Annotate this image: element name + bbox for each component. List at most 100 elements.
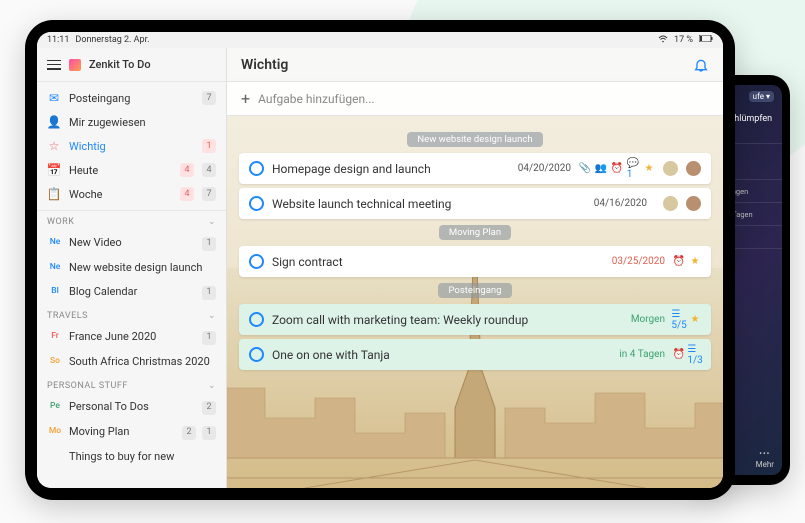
count-badge: 2	[182, 426, 196, 440]
add-task-placeholder: Aufgabe hinzufügen...	[258, 92, 374, 106]
zenkit-logo-icon	[69, 59, 81, 71]
task-group-label: New website design launch	[407, 132, 542, 147]
sidebar-list-item[interactable]: Bl Blog Calendar 1	[37, 280, 226, 305]
sidebar-smart-mir-zugewiesen[interactable]: 👤 Mir zugewiesen	[37, 110, 226, 134]
list-prefix-icon: Bl	[47, 285, 63, 297]
star-icon[interactable]: ★	[689, 314, 701, 326]
count-badge: 4	[180, 187, 194, 201]
task-date: 04/16/2020	[594, 198, 647, 209]
woche-icon: 📋	[47, 187, 61, 201]
status-time: 11:11	[47, 35, 69, 45]
list-item-label: Moving Plan	[69, 425, 176, 439]
section-header-travels[interactable]: TRAVELS⌄	[37, 305, 226, 325]
task-title: Zoom call with marketing team: Weekly ro…	[272, 313, 623, 327]
list-item-label: New Video	[69, 236, 196, 250]
count-badge: 1	[202, 331, 216, 345]
sidebar-smart-posteingang[interactable]: ✉ Posteingang 7	[37, 86, 226, 110]
count-badge: 7	[202, 91, 216, 105]
task-date: Morgen	[631, 314, 665, 325]
sidebar-list-item[interactable]: Things to buy for new	[37, 445, 226, 469]
back-more-button[interactable]: ••• Mehr	[756, 449, 774, 469]
chevron-down-icon: ⌄	[208, 381, 216, 391]
task-row[interactable]: One on one with Tanja in 4 Tagen ⏰☰ 1/3	[239, 339, 711, 370]
star-icon[interactable]: ★	[689, 256, 701, 268]
count-badge: 1	[202, 426, 216, 440]
status-date: Donnerstag 2. Apr.	[75, 35, 149, 45]
status-battery: 17 %	[674, 35, 693, 45]
back-header[interactable]: ufe ▾	[749, 91, 774, 102]
task-checkbox[interactable]	[249, 196, 264, 211]
sidebar-smart-woche[interactable]: 📋 Woche 4 7	[37, 182, 226, 206]
list-item-label: South Africa Christmas 2020	[69, 355, 216, 369]
sidebar-list-item[interactable]: So South Africa Christmas 2020	[37, 350, 226, 374]
battery-icon	[699, 35, 713, 45]
list-prefix-icon: Fr	[47, 330, 63, 342]
section-title: WORK	[47, 217, 74, 227]
list-item-label: New website design launch	[69, 261, 216, 275]
task-meta: ⏰ ☰ 1/3	[673, 349, 701, 361]
status-bar: 11:11 Donnerstag 2. Apr. 17 %	[37, 32, 723, 48]
task-meta: ☰ 5/5 ★	[673, 314, 701, 326]
count-badge: 1	[202, 237, 216, 251]
assignee-avatar[interactable]	[663, 196, 678, 211]
alarm-icon: ⏰	[673, 256, 685, 268]
wifi-icon	[658, 35, 668, 46]
task-row[interactable]: Sign contract 03/25/2020 ⏰★	[239, 246, 711, 277]
checklist-icon: ☰ 5/5	[673, 314, 685, 326]
assignee-avatar[interactable]	[686, 161, 701, 176]
star-icon[interactable]: ★	[643, 163, 655, 175]
count-badge: 4	[180, 163, 194, 177]
checklist-icon: ☰ 1/3	[689, 349, 701, 361]
section-title: PERSONAL STUFF	[47, 381, 128, 391]
chevron-down-icon: ⌄	[208, 311, 216, 321]
sidebar-item-label: Heute	[69, 164, 172, 177]
attachment-icon: 📎	[579, 163, 591, 175]
sidebar-list-item[interactable]: Ne New Video 1	[37, 231, 226, 256]
task-checkbox[interactable]	[249, 161, 264, 176]
sidebar-list-item[interactable]: Mo Moving Plan 2 1	[37, 420, 226, 445]
sidebar-list-item[interactable]: Fr France June 2020 1	[37, 325, 226, 350]
section-header-work[interactable]: WORK ⌄	[37, 211, 226, 231]
add-task-input[interactable]: + Aufgabe hinzufügen...	[227, 82, 723, 116]
list-item-label: France June 2020	[69, 330, 196, 344]
chevron-down-icon: ⌄	[208, 217, 216, 227]
task-checkbox[interactable]	[249, 347, 264, 362]
task-group-label: Moving Plan	[439, 225, 511, 240]
sidebar-smart-wichtig[interactable]: ☆ Wichtig 1	[37, 134, 226, 158]
task-checkbox[interactable]	[249, 254, 264, 269]
task-group-label: Posteingang	[438, 283, 511, 298]
assignee-avatar[interactable]	[663, 161, 678, 176]
task-title: One on one with Tanja	[272, 348, 611, 362]
comment-icon: 💬1	[627, 163, 639, 175]
assignee-avatar[interactable]	[686, 196, 701, 211]
list-prefix-icon: Mo	[47, 425, 63, 437]
plus-icon: +	[241, 89, 250, 108]
list-prefix-icon: Ne	[47, 261, 63, 273]
task-row[interactable]: Homepage design and launch 04/20/2020 📎👥…	[239, 153, 711, 184]
alarm-icon: ⏰	[673, 349, 685, 361]
task-meta: 📎👥⏰💬1★	[579, 163, 655, 175]
alarm-icon: ⏰	[611, 163, 623, 175]
task-row[interactable]: Zoom call with marketing team: Weekly ro…	[239, 304, 711, 335]
notification-bell-icon[interactable]	[693, 57, 709, 73]
list-item-label: Personal To Dos	[69, 400, 196, 414]
sidebar-list-item[interactable]: Ne New website design launch	[37, 256, 226, 280]
task-row[interactable]: Website launch technical meeting 04/16/2…	[239, 188, 711, 219]
task-checkbox[interactable]	[249, 312, 264, 327]
sidebar-item-label: Woche	[69, 188, 172, 201]
menu-icon[interactable]	[47, 60, 61, 70]
count-badge: 7	[202, 187, 216, 201]
sidebar-smart-heute[interactable]: 📅 Heute 4 4	[37, 158, 226, 182]
section-header-personal stuff[interactable]: PERSONAL STUFF ⌄	[37, 375, 226, 395]
task-title: Homepage design and launch	[272, 162, 510, 176]
tablet-device: 11:11 Donnerstag 2. Apr. 17 % Zenkit To	[25, 20, 735, 500]
main-panel: Wichtig + Aufgabe hinzufügen... New webs…	[227, 48, 723, 488]
sidebar-list-item[interactable]: Pe Personal To Dos 2	[37, 395, 226, 420]
count-badge: 1	[202, 139, 216, 153]
page-title: Wichtig	[241, 57, 288, 73]
wichtig-icon: ☆	[47, 139, 61, 153]
count-badge: 1	[202, 286, 216, 300]
mir zugewiesen-icon: 👤	[47, 115, 61, 129]
task-meta: ⏰★	[673, 256, 701, 268]
task-date: 03/25/2020	[612, 256, 665, 267]
